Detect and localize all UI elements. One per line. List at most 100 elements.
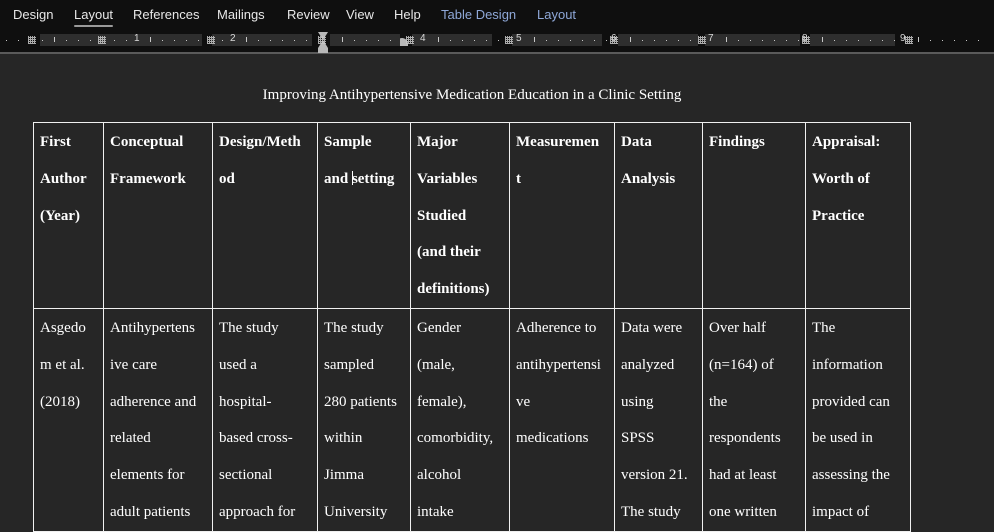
cell-line: intake xyxy=(417,503,454,520)
table-cell[interactable]: Asgedo m et al. (2018) xyxy=(33,307,104,532)
ruler-tick xyxy=(594,40,595,41)
ruler-tick xyxy=(642,40,643,41)
ruler-tick xyxy=(306,40,307,41)
column-marker[interactable] xyxy=(28,36,36,44)
header-line: Appraisal: xyxy=(812,134,881,150)
header-line: Findings xyxy=(709,134,765,150)
tab-design[interactable]: Design xyxy=(13,7,53,22)
ruler-tick xyxy=(606,40,607,41)
ruler-number: 6 xyxy=(611,33,617,44)
text-cursor xyxy=(351,170,353,185)
column-header[interactable]: Appraisal: Worth of Practice xyxy=(805,122,911,309)
column-marker[interactable] xyxy=(406,36,414,44)
table-cell[interactable]: Antihypertens ive care adherence and relate… xyxy=(103,307,213,532)
cell-line: sampled xyxy=(324,356,374,373)
horizontal-ruler[interactable]: 1 2 4 5 6 7 8 9 xyxy=(0,30,994,54)
ruler-tick xyxy=(258,40,259,41)
ruler-tick xyxy=(630,37,631,42)
ruler-tick xyxy=(54,37,55,42)
ruler-tick xyxy=(870,40,871,41)
column-marker[interactable] xyxy=(98,36,106,44)
tab-table-design[interactable]: Table Design xyxy=(441,7,516,22)
ruler-segment xyxy=(40,34,120,46)
ruler-tick xyxy=(18,40,19,41)
header-line: Sample xyxy=(324,134,372,150)
header-line: Variables xyxy=(417,170,478,187)
tab-help[interactable]: Help xyxy=(394,7,421,22)
cell-line: The study xyxy=(621,503,681,520)
cell-line: alcohol xyxy=(417,467,462,484)
ruler-tick xyxy=(738,40,739,41)
cell-line: related xyxy=(110,430,151,447)
tab-table-layout[interactable]: Layout xyxy=(537,7,576,22)
cell-line: (2018) xyxy=(40,393,80,410)
cell-line: (male, xyxy=(417,356,455,373)
ruler-tick xyxy=(78,40,79,41)
ruler-tick xyxy=(690,40,691,41)
ruler-tick xyxy=(978,40,979,41)
header-line: (and their xyxy=(417,244,481,261)
table-row: Asgedo m et al. (2018) Antihypertens ive car… xyxy=(33,307,911,532)
cell-line: adult patients xyxy=(110,503,191,520)
ruler-tick xyxy=(894,40,895,41)
table-cell[interactable]: The study used a hospital-based cross-sect… xyxy=(212,307,318,532)
column-header[interactable]: Measuremen t xyxy=(509,122,615,309)
ruler-number: 1 xyxy=(134,33,140,44)
ruler-tick xyxy=(186,40,187,41)
ruler-tick xyxy=(6,40,7,41)
ruler-tick xyxy=(282,40,283,41)
table-cell[interactable]: The study sampled 280 patients within Jimma U… xyxy=(317,307,411,532)
table-cell[interactable]: Data were analyzed using SPSS version 21. The… xyxy=(614,307,703,532)
cell-line: elements for xyxy=(110,467,185,484)
tab-references[interactable]: References xyxy=(133,7,199,22)
column-header[interactable]: Sample and setting xyxy=(317,122,411,309)
column-marker[interactable] xyxy=(207,36,215,44)
ruler-tick xyxy=(90,40,91,41)
column-marker[interactable] xyxy=(698,36,706,44)
tab-mailings[interactable]: Mailings xyxy=(217,7,265,22)
header-line: Data xyxy=(621,134,652,150)
ruler-tick xyxy=(858,40,859,41)
tab-layout[interactable]: Layout xyxy=(74,7,114,27)
column-marker[interactable] xyxy=(905,36,913,44)
cell-line: medications xyxy=(516,430,589,447)
left-indent-marker[interactable] xyxy=(318,48,328,53)
column-header[interactable]: Findings xyxy=(702,122,806,309)
ruler-tick xyxy=(270,40,271,41)
cell-line: The study xyxy=(324,319,384,336)
header-line: definitions) xyxy=(417,281,490,298)
ruler-tick xyxy=(438,37,439,42)
column-header[interactable]: Design/Meth od xyxy=(212,122,318,309)
cell-line: had at least xyxy=(709,467,777,484)
ruler-tick xyxy=(666,40,667,41)
cell-line: impact of xyxy=(812,503,870,520)
cell-line: be used in xyxy=(812,430,873,447)
ruler-tick xyxy=(114,40,115,41)
cell-line: version 21. xyxy=(621,467,688,484)
column-header[interactable]: First Author (Year) xyxy=(33,122,104,309)
table-cell[interactable]: Gender (male, female), comorbidity, alcohol i… xyxy=(410,307,510,532)
cell-line: Adherence to xyxy=(516,319,597,336)
cell-line: the xyxy=(709,393,728,410)
cell-line: analyzed xyxy=(621,356,675,373)
table-cell[interactable]: The information provided can be used in asse… xyxy=(805,307,911,532)
cell-line: The xyxy=(812,319,836,336)
column-marker[interactable] xyxy=(318,36,326,44)
tab-review[interactable]: Review xyxy=(287,7,330,22)
column-header[interactable]: Conceptual Framework xyxy=(103,122,213,309)
header-line: Analysis xyxy=(621,170,676,187)
tab-view[interactable]: View xyxy=(346,7,374,22)
table-cell[interactable]: Adherence to antihypertensi ve medications xyxy=(509,307,615,532)
column-header[interactable]: Data Analysis xyxy=(614,122,703,309)
cell-line: assessing the xyxy=(812,467,890,484)
ruler-tick xyxy=(678,40,679,41)
cell-line: Data were xyxy=(621,319,683,336)
column-marker[interactable] xyxy=(505,36,513,44)
ruler-tick xyxy=(846,40,847,41)
ruler-tick xyxy=(66,40,67,41)
table-cell[interactable]: Over half (n=164) of the respondents had at … xyxy=(702,307,806,532)
cell-line: (n=164) of xyxy=(709,356,774,373)
cell-line: based cross- xyxy=(219,430,293,447)
ruler-tick xyxy=(558,40,559,41)
column-header[interactable]: Major Variables Studied (and their definitio… xyxy=(410,122,510,309)
